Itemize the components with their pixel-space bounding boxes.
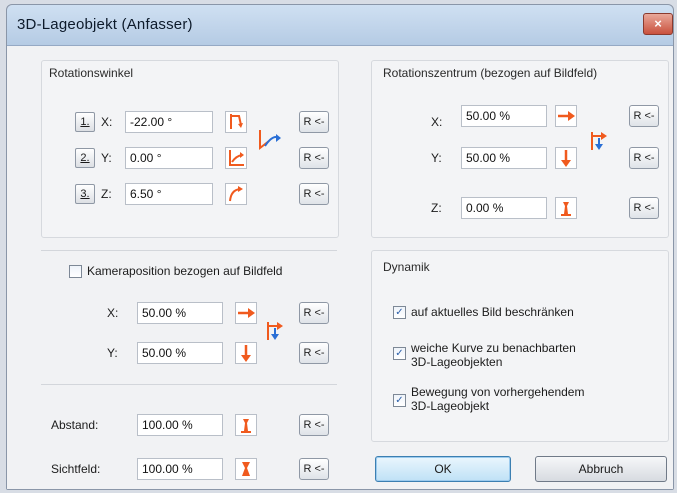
rotation-center-title: Rotationszentrum (bezogen auf Bildfeld) bbox=[383, 66, 598, 80]
rotation-x-label: X: bbox=[101, 115, 113, 129]
motion-from-previous-label-line1: Bewegung von vorhergehendem bbox=[411, 385, 585, 399]
rotation-order-1-button[interactable]: 1. bbox=[75, 112, 95, 132]
camera-x-input[interactable]: 50.00 % bbox=[137, 302, 223, 324]
camera-combined-icon bbox=[265, 320, 287, 342]
rotation-x-reset-button[interactable]: R <- bbox=[299, 111, 329, 133]
center-z-label: Z: bbox=[431, 201, 442, 215]
rotation-z-input[interactable]: 6.50 ° bbox=[125, 183, 213, 205]
center-z-reset-button[interactable]: R <- bbox=[629, 197, 659, 219]
rotation-y-reset-button[interactable]: R <- bbox=[299, 147, 329, 169]
rotation-z-label: Z: bbox=[101, 187, 112, 201]
fov-label: Sichtfeld: bbox=[51, 462, 101, 476]
fov-input[interactable]: 100.00 % bbox=[137, 458, 223, 480]
rotation-combined-icon bbox=[257, 126, 283, 152]
title-bar[interactable]: 3D-Lageobjekt (Anfasser) × bbox=[7, 5, 673, 46]
rotation-z-reset-button[interactable]: R <- bbox=[299, 183, 329, 205]
camera-y-reset-button[interactable]: R <- bbox=[299, 342, 329, 364]
rotation-title: Rotationswinkel bbox=[49, 66, 134, 80]
camera-y-arrow-down-icon bbox=[235, 342, 257, 364]
camera-bottom-separator bbox=[41, 384, 337, 385]
rotate-z-icon bbox=[225, 183, 247, 205]
distance-depth-icon bbox=[235, 414, 257, 436]
window-title: 3D-Lageobjekt (Anfasser) bbox=[17, 16, 193, 33]
smooth-curve-label: weiche Kurve zu benachbarten 3D-Lageobje… bbox=[411, 341, 576, 369]
center-z-input[interactable]: 0.00 % bbox=[461, 197, 547, 219]
restrict-current-image-checkbox[interactable]: ✓ bbox=[393, 306, 406, 319]
camera-y-label: Y: bbox=[107, 346, 118, 360]
close-button[interactable]: × bbox=[643, 13, 673, 35]
rotation-order-3-button[interactable]: 3. bbox=[75, 184, 95, 204]
smooth-curve-label-line1: weiche Kurve zu benachbarten bbox=[411, 341, 576, 355]
rotation-y-input[interactable]: 0.00 ° bbox=[125, 147, 213, 169]
center-x-arrow-right-icon bbox=[555, 105, 577, 127]
camera-separator bbox=[41, 250, 337, 251]
smooth-curve-checkbox[interactable]: ✓ bbox=[393, 347, 406, 360]
center-z-depth-icon bbox=[555, 197, 577, 219]
motion-from-previous-checkbox[interactable]: ✓ bbox=[393, 394, 406, 407]
camera-x-label: X: bbox=[107, 306, 119, 320]
center-x-label: X: bbox=[431, 115, 443, 129]
rotation-x-input[interactable]: -22.00 ° bbox=[125, 111, 213, 133]
camera-x-arrow-right-icon bbox=[235, 302, 257, 324]
camera-y-input[interactable]: 50.00 % bbox=[137, 342, 223, 364]
fov-icon bbox=[235, 458, 257, 480]
center-y-label: Y: bbox=[431, 151, 442, 165]
motion-from-previous-label: Bewegung von vorhergehendem 3D-Lageobjek… bbox=[411, 385, 584, 413]
rotate-y-icon bbox=[225, 147, 247, 169]
ok-button[interactable]: OK bbox=[375, 456, 511, 482]
motion-from-previous-label-line2: 3D-Lageobjekt bbox=[411, 399, 490, 413]
center-x-reset-button[interactable]: R <- bbox=[629, 105, 659, 127]
dynamics-title: Dynamik bbox=[383, 260, 430, 274]
cancel-button[interactable]: Abbruch bbox=[535, 456, 667, 482]
center-x-input[interactable]: 50.00 % bbox=[461, 105, 547, 127]
camera-x-reset-button[interactable]: R <- bbox=[299, 302, 329, 324]
center-combined-icon bbox=[589, 130, 611, 152]
fov-reset-button[interactable]: R <- bbox=[299, 458, 329, 480]
rotation-order-2-button[interactable]: 2. bbox=[75, 148, 95, 168]
dialog-body: Rotationswinkel 1. X: -22.00 ° R <- 2. Y… bbox=[7, 46, 673, 489]
rotation-y-label: Y: bbox=[101, 151, 112, 165]
camera-position-label: Kameraposition bezogen auf Bildfeld bbox=[87, 264, 283, 278]
center-y-reset-button[interactable]: R <- bbox=[629, 147, 659, 169]
distance-input[interactable]: 100.00 % bbox=[137, 414, 223, 436]
restrict-current-image-label: auf aktuelles Bild beschränken bbox=[411, 305, 574, 319]
dialog-window: 3D-Lageobjekt (Anfasser) × Rotationswink… bbox=[6, 4, 674, 490]
center-y-input[interactable]: 50.00 % bbox=[461, 147, 547, 169]
camera-position-checkbox[interactable] bbox=[69, 265, 82, 278]
distance-reset-button[interactable]: R <- bbox=[299, 414, 329, 436]
distance-label: Abstand: bbox=[51, 418, 99, 432]
smooth-curve-label-line2: 3D-Lageobjekten bbox=[411, 355, 503, 369]
center-y-arrow-down-icon bbox=[555, 147, 577, 169]
rotate-x-icon bbox=[225, 111, 247, 133]
